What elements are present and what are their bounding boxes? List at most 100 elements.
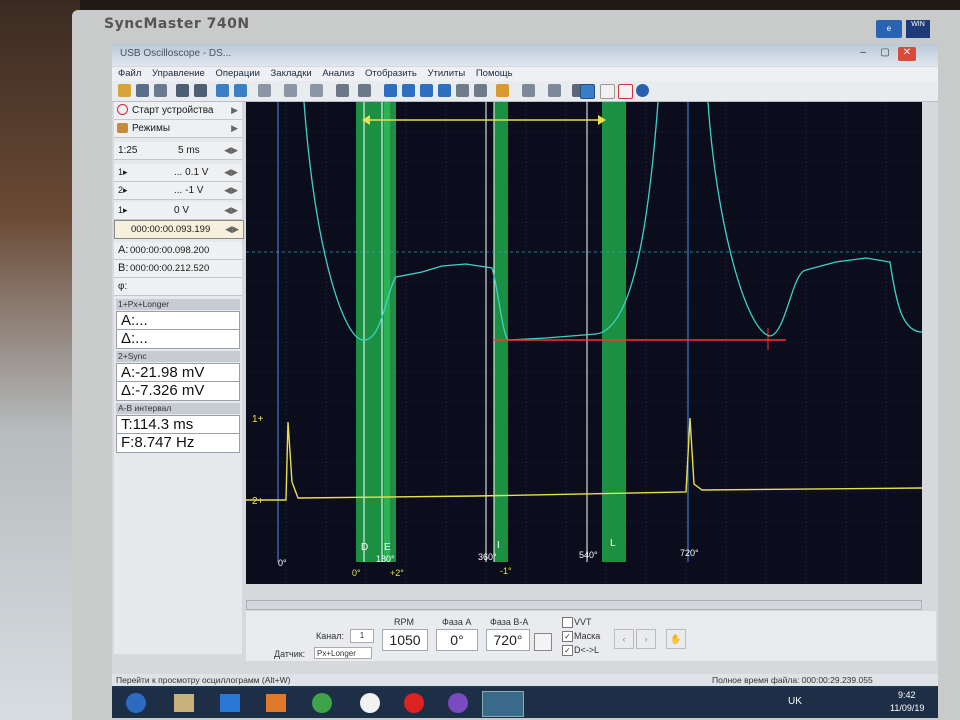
deg0-top: 0° bbox=[278, 558, 287, 568]
modes-icon bbox=[117, 123, 128, 133]
wave-icon[interactable] bbox=[284, 84, 297, 97]
mask-checkbox[interactable]: ✓ bbox=[562, 631, 573, 642]
arrows-icon[interactable]: ◀▶ bbox=[224, 142, 238, 159]
maximize-button[interactable]: ▢ bbox=[876, 47, 894, 61]
clock-time: 9:42 bbox=[898, 690, 916, 700]
ruler-icon[interactable] bbox=[534, 633, 552, 651]
next-icon[interactable]: › bbox=[636, 629, 656, 649]
menu-display[interactable]: Отобразить bbox=[365, 67, 417, 81]
deg720: 720° bbox=[680, 548, 699, 558]
timeline-scrollbar[interactable] bbox=[246, 600, 922, 610]
delete-icon[interactable] bbox=[618, 84, 633, 99]
monitor-brand: SyncMaster 740N bbox=[104, 16, 250, 32]
ch2-row[interactable]: 2▸ ... -1 V ◀▶ bbox=[114, 182, 242, 200]
media-icon[interactable] bbox=[266, 694, 286, 712]
sensor-label: Датчик: bbox=[274, 649, 306, 659]
hand-icon[interactable]: ✋ bbox=[666, 629, 686, 649]
cursor-icon[interactable] bbox=[234, 84, 247, 97]
ie-icon[interactable] bbox=[220, 694, 240, 712]
trigger-row[interactable]: 1▸ 0 V ◀▶ bbox=[114, 202, 242, 220]
ch1-trace-segment2 bbox=[707, 102, 922, 337]
left-panel: Старт устройства ▶ Режимы ▶ 1:25 5 ms ◀▶… bbox=[114, 102, 244, 654]
timebase-value[interactable]: 5 ms bbox=[178, 142, 200, 159]
compare-icon[interactable] bbox=[474, 84, 487, 97]
start-device-row[interactable]: Старт устройства ▶ bbox=[114, 102, 242, 120]
oscilloscope-app-icon[interactable] bbox=[482, 691, 524, 717]
deg0-bottom: 0° bbox=[352, 568, 361, 578]
check-all-icon[interactable] bbox=[402, 84, 415, 97]
measure-icon[interactable] bbox=[216, 84, 229, 97]
chrome-icon[interactable] bbox=[312, 693, 332, 713]
menu-bar: Файл Управление Операции Закладки Анализ… bbox=[112, 67, 938, 81]
close-button[interactable]: ✕ bbox=[898, 47, 916, 61]
open-folder-icon[interactable] bbox=[118, 84, 131, 97]
arrows-icon[interactable]: ◀▶ bbox=[225, 221, 239, 238]
rpm-value[interactable]: 1050 bbox=[382, 629, 428, 651]
monitor-view-icon[interactable] bbox=[580, 84, 595, 99]
arrows-icon[interactable]: ◀▶ bbox=[224, 182, 238, 199]
zoom-row[interactable]: 1:25 5 ms ◀▶ bbox=[114, 142, 242, 160]
section3-t: T:114.3 ms bbox=[116, 415, 240, 435]
ch1-scale[interactable]: ... 0.1 V bbox=[174, 164, 208, 181]
check-mark-icon[interactable] bbox=[438, 84, 451, 97]
offset-plus2: +2° bbox=[390, 568, 404, 578]
channel-select[interactable]: 1 bbox=[350, 629, 374, 643]
section1-d: Δ:... bbox=[116, 329, 240, 349]
dl-checkbox[interactable]: ✓ bbox=[562, 645, 573, 656]
cursor-time-row[interactable]: 000:00:00.093.199 ◀▶ bbox=[114, 220, 244, 239]
step-icon[interactable] bbox=[548, 84, 561, 97]
menu-bookmarks[interactable]: Закладки bbox=[271, 67, 312, 81]
cursor-time[interactable]: 000:00:00.093.199 bbox=[131, 221, 210, 238]
menu-operations[interactable]: Операции bbox=[215, 67, 259, 81]
sweep-icon[interactable] bbox=[258, 84, 271, 97]
menu-file[interactable]: Файл bbox=[118, 67, 141, 81]
menu-control[interactable]: Управление bbox=[152, 67, 205, 81]
mask-label: Маска bbox=[574, 631, 601, 641]
menu-analysis[interactable]: Анализ bbox=[322, 67, 354, 81]
ch2-scale[interactable]: ... -1 V bbox=[174, 182, 203, 199]
load-icon[interactable] bbox=[496, 84, 509, 97]
oscilloscope-view[interactable]: 1+ 2+ D E I L 0° 180° 360° 540° 720° 0° … bbox=[246, 102, 922, 584]
arrows-icon[interactable]: ◀▶ bbox=[224, 202, 238, 219]
section2-a: A:-21.98 mV bbox=[116, 363, 240, 383]
minimize-button[interactable]: – bbox=[854, 47, 872, 61]
export-icon[interactable] bbox=[336, 84, 349, 97]
opera-icon[interactable] bbox=[404, 693, 424, 713]
trigger-level[interactable]: 0 V bbox=[174, 202, 189, 219]
start-icon[interactable] bbox=[126, 693, 146, 713]
save-icon[interactable] bbox=[136, 84, 149, 97]
channels-icon[interactable] bbox=[176, 84, 189, 97]
zoom-value[interactable]: 1:25 bbox=[118, 142, 137, 159]
help-icon[interactable] bbox=[636, 84, 649, 97]
zoom-fit-icon[interactable] bbox=[456, 84, 469, 97]
viber-icon[interactable] bbox=[448, 693, 468, 713]
deg360: 360° bbox=[478, 552, 497, 562]
power-icon bbox=[117, 104, 128, 115]
rpm-label: RPM bbox=[394, 617, 414, 627]
prev-icon[interactable]: ‹ bbox=[614, 629, 634, 649]
sensor-select[interactable]: Px+Longer bbox=[314, 647, 372, 659]
menu-utilities[interactable]: Утилиты bbox=[427, 67, 465, 81]
play-icon[interactable] bbox=[522, 84, 535, 97]
marker-icon[interactable] bbox=[358, 84, 371, 97]
check-down-icon[interactable] bbox=[420, 84, 433, 97]
ch1-row[interactable]: 1▸ ... 0.1 V ◀▶ bbox=[114, 164, 242, 182]
modes-row[interactable]: Режимы ▶ bbox=[114, 120, 242, 138]
arrows-icon[interactable]: ◀▶ bbox=[224, 164, 238, 181]
print-icon[interactable] bbox=[154, 84, 167, 97]
check-icon[interactable] bbox=[384, 84, 397, 97]
vvt-checkbox[interactable] bbox=[562, 617, 573, 628]
section3-f: F:8.747 Hz bbox=[116, 433, 240, 453]
deg540: 540° bbox=[579, 550, 598, 560]
document-icon[interactable] bbox=[600, 84, 615, 99]
phase-ba-value[interactable]: 720° bbox=[486, 629, 530, 651]
explorer-icon[interactable] bbox=[174, 694, 194, 712]
ch1-marker-label: 1+ bbox=[252, 414, 264, 425]
modes-label: Режимы bbox=[132, 123, 171, 134]
grid-icon[interactable] bbox=[194, 84, 207, 97]
undo-icon[interactable] bbox=[310, 84, 323, 97]
language-indicator[interactable]: UK bbox=[788, 696, 802, 707]
phase-a-value[interactable]: 0° bbox=[436, 629, 478, 651]
menu-help[interactable]: Помощь bbox=[476, 67, 513, 81]
yandex-icon[interactable] bbox=[360, 693, 380, 713]
